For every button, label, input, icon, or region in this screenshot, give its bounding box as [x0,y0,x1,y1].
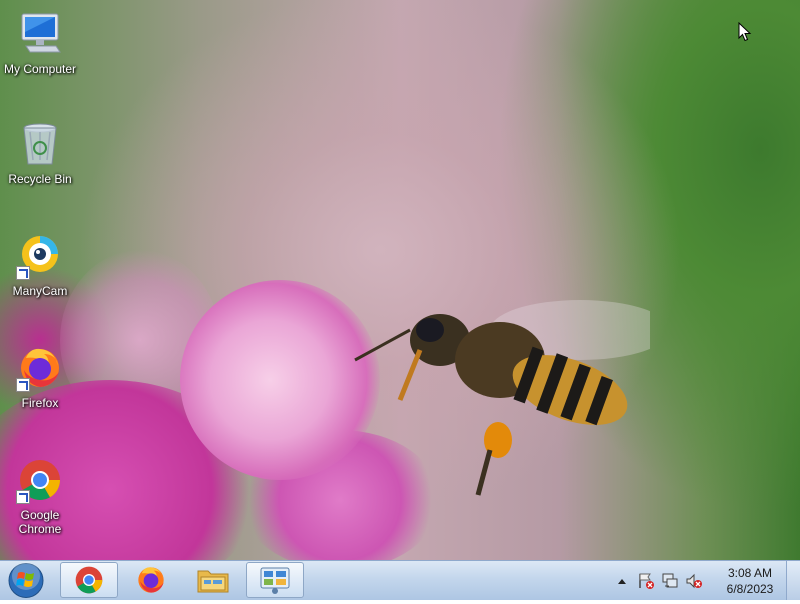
recycle-bin-icon [16,120,64,168]
start-button[interactable] [4,562,48,599]
taskbar-file-explorer-button[interactable] [184,562,242,598]
shortcut-arrow-icon [16,490,30,504]
desktop-icon-my-computer[interactable]: My Computer [1,10,79,76]
volume-muted-icon[interactable] [685,572,703,590]
file-explorer-icon [197,570,229,593]
desktop-icon-label: ManyCam [12,284,68,298]
desktop-icon-label: Recycle Bin [8,172,72,186]
taskbar-chrome-button[interactable] [60,562,118,598]
desktop-icon-manycam[interactable]: ManyCam [1,232,79,298]
desktop-icon-label: Firefox [21,396,59,410]
desktop-icon-label: Google Chrome [18,508,62,536]
taskbar-clock[interactable]: 3:08 AM 6/8/2023 [718,565,782,597]
manycam-icon [16,232,64,280]
clock-date: 6/8/2023 [726,582,774,596]
firefox-icon [16,344,64,392]
desktop-background: My Computer Recycle Bin ManyCam Firefox … [0,0,800,560]
desktop-icon-google-chrome[interactable]: Google Chrome [1,456,79,536]
taskbar: 3:08 AM 6/8/2023 [0,560,800,600]
taskbar-firefox-button[interactable] [122,562,180,598]
taskbar-control-panel-button[interactable] [246,562,304,598]
system-tray: 3:08 AM 6/8/2023 [610,561,782,601]
network-icon[interactable] [661,572,679,590]
desktop-icon-recycle-bin[interactable]: Recycle Bin [1,120,79,186]
clock-time: 3:08 AM [727,566,773,580]
chrome-icon [75,566,103,594]
shortcut-arrow-icon [16,378,30,392]
show-desktop-button[interactable] [786,561,800,600]
show-hidden-icons-arrow[interactable] [613,572,631,590]
wallpaper-bee [354,300,650,496]
action-center-flag-icon[interactable] [637,572,655,590]
chrome-icon [16,456,64,504]
shortcut-arrow-icon [16,266,30,280]
mouse-cursor-icon [738,22,752,42]
firefox-icon [138,567,164,593]
computer-icon [16,10,64,58]
desktop-icon-firefox[interactable]: Firefox [1,344,79,410]
windows-start-icon [8,562,44,598]
control-panel-icon [260,567,290,594]
desktop-icon-label: My Computer [3,62,77,76]
